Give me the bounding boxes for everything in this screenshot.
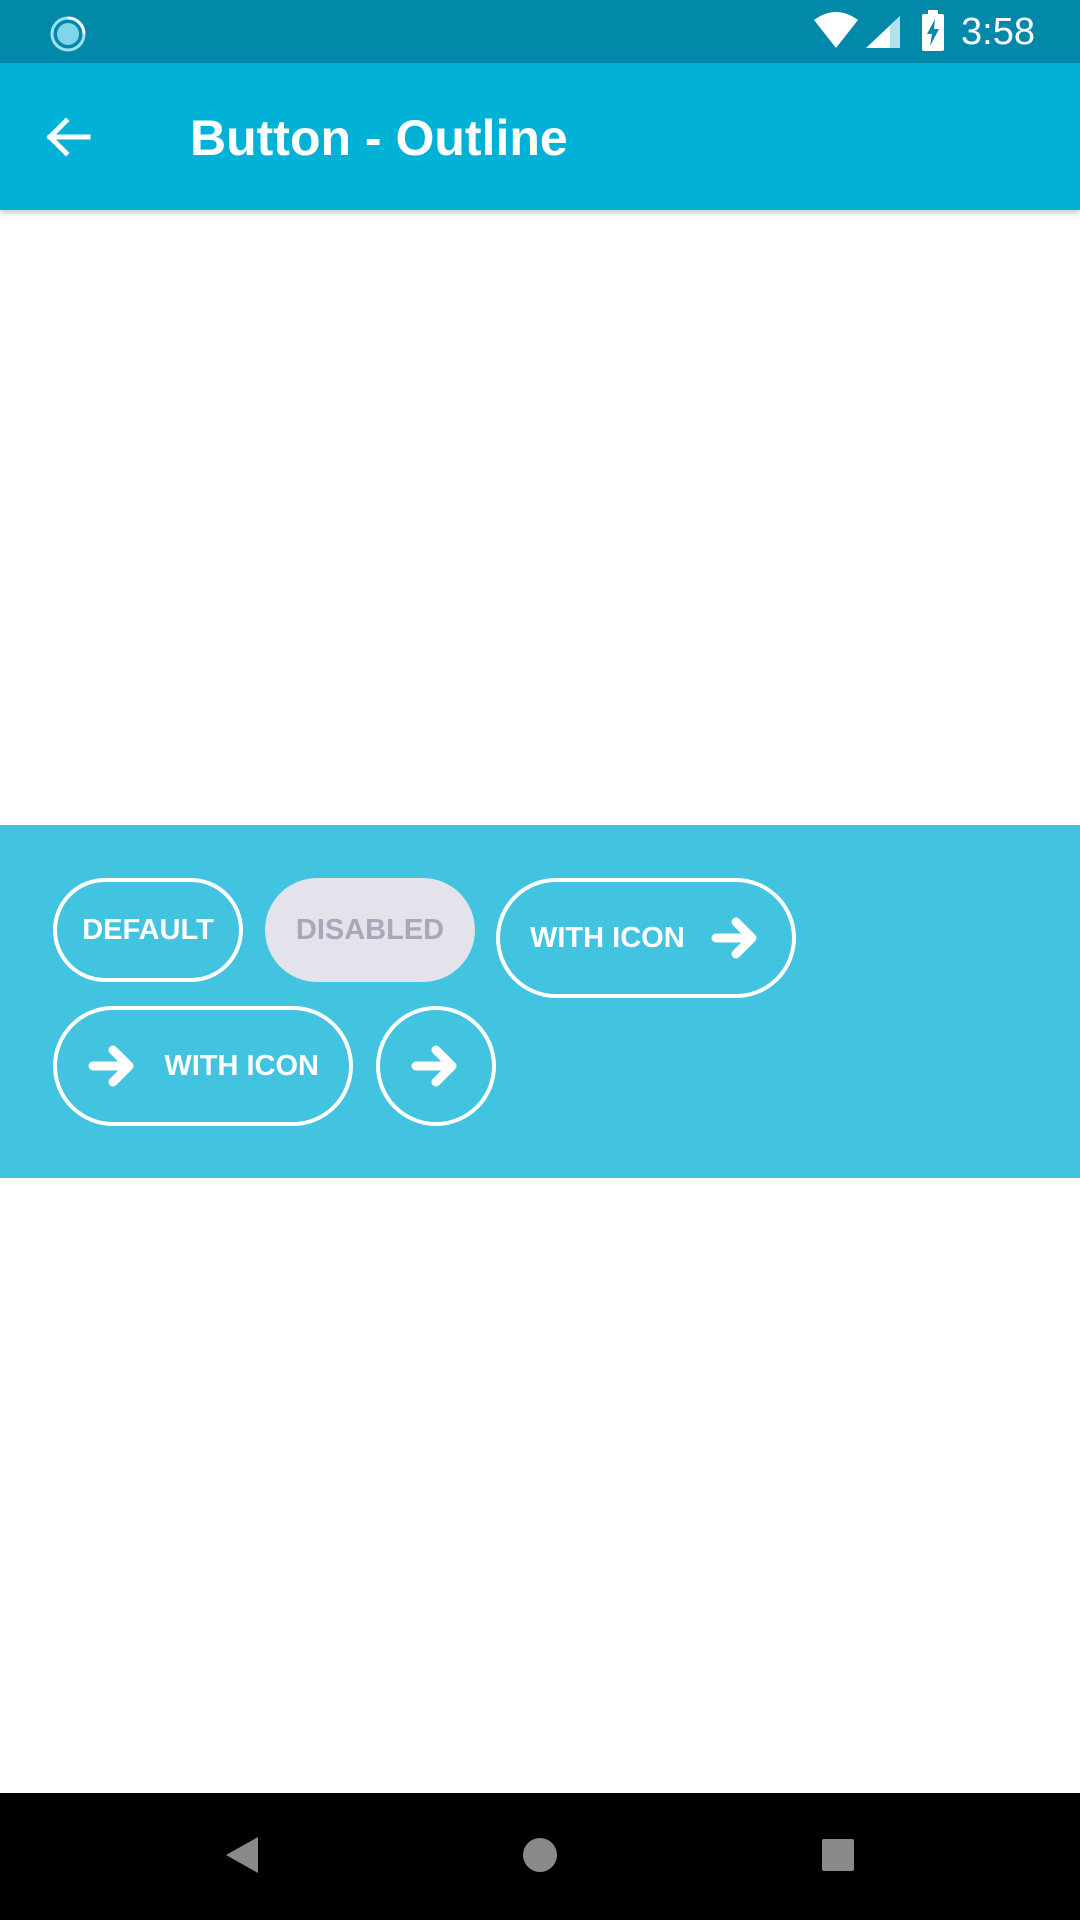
page-title: Button - Outline [190,110,568,166]
navigation-bar [0,1793,1080,1920]
button-demo-panel: DEFAULT DISABLED WITH ICON WITH ICON [0,825,1080,1178]
with-icon-right-button[interactable]: WITH ICON [496,878,796,998]
arrow-right-icon [411,1045,457,1087]
disabled-button: DISABLED [265,878,475,982]
nav-recents-icon[interactable] [821,1838,855,1872]
with-icon-left-label: WITH ICON [164,1049,319,1082]
wifi-icon [814,12,858,48]
disabled-button-label: DISABLED [295,913,445,946]
default-button-label: DEFAULT [82,913,214,946]
status-time: 3:58 [961,11,1035,53]
nav-back-icon[interactable] [224,1835,260,1875]
app-bar: Button - Outline [0,63,1080,210]
battery-charging-icon [922,10,944,51]
arrow-right-icon [711,917,757,959]
status-bar: 3:58 [0,0,1080,63]
icon-only-button[interactable] [376,1006,496,1126]
arrow-right-icon [88,1045,134,1087]
with-icon-right-label: WITH ICON [530,921,685,954]
with-icon-left-button[interactable]: WITH ICON [53,1006,353,1126]
arrow-back-icon [46,117,91,157]
sync-circle-icon [50,16,86,52]
back-button[interactable] [36,105,100,169]
nav-home-icon[interactable] [522,1837,558,1873]
content-area: DEFAULT DISABLED WITH ICON WITH ICON [0,210,1080,1793]
status-icons: 3:58 [780,0,1080,63]
signal-icon [866,16,900,48]
default-button[interactable]: DEFAULT [53,878,243,982]
